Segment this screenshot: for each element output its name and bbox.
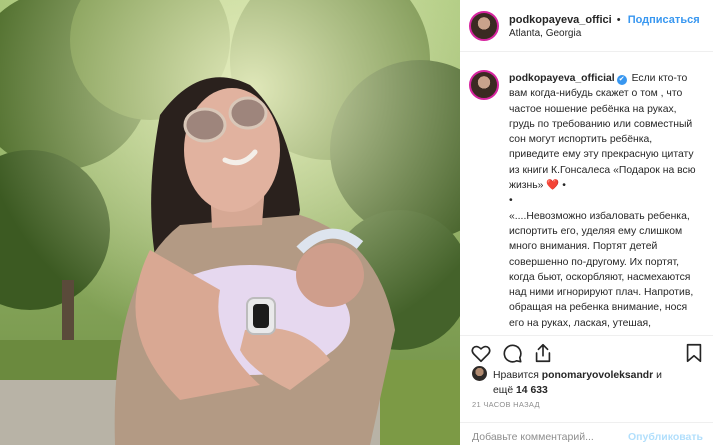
caption-paragraph-1: Если кто-то вам когда-нибудь скажет о то… [509, 73, 696, 192]
likes-summary: Нравится ponomaryovoleksandr и ещё 14 63… [472, 366, 707, 398]
publish-button[interactable]: Опубликовать [628, 431, 703, 443]
post-location[interactable]: Atlanta, Georgia [509, 28, 581, 39]
likes-more-prefix[interactable]: ещё [493, 385, 513, 396]
comment-bubble-icon[interactable] [501, 342, 523, 364]
photo-illustration [0, 0, 460, 445]
follow-button[interactable]: Подписаться [628, 14, 700, 26]
post-photo[interactable] [0, 0, 460, 445]
author-username[interactable]: podkopayeva_offici [509, 14, 612, 26]
likes-count[interactable]: 14 633 [516, 385, 548, 396]
separator-dot: • [616, 14, 621, 26]
verified-badge-icon: ✔ [616, 75, 627, 85]
caption-avatar[interactable] [469, 70, 499, 100]
post-side-panel: podkopayeva_offici • Подписаться Atlanta… [460, 0, 713, 445]
caption-paragraph-2: «....Невозможно избаловать ребенка, испо… [509, 210, 694, 335]
post-timestamp[interactable]: 21 часов назад [472, 400, 540, 409]
liker-avatar[interactable] [472, 366, 487, 381]
red-heart-icon: ❤️ [546, 180, 560, 192]
author-avatar[interactable] [469, 11, 499, 41]
caption-dot-inline: • [562, 180, 566, 192]
action-bar [460, 335, 713, 365]
caption-dot-line: • [509, 195, 513, 207]
likes-prefix: Нравится [493, 370, 539, 381]
comment-input[interactable] [472, 431, 632, 443]
caption-username[interactable]: podkopayeva_official [509, 73, 615, 84]
share-upload-icon[interactable] [532, 342, 554, 364]
comment-box: Опубликовать [460, 422, 713, 445]
post-header: podkopayeva_offici • Подписаться Atlanta… [460, 0, 713, 52]
heart-outline-icon[interactable] [470, 342, 492, 364]
author-line: podkopayeva_offici • Подписаться [509, 14, 700, 26]
liker-username[interactable]: ponomaryovoleksandr [542, 370, 653, 381]
caption-text: podkopayeva_official ✔ Если кто-то вам ко… [509, 71, 705, 335]
bookmark-icon[interactable] [683, 342, 705, 364]
caption-area: podkopayeva_official ✔ Если кто-то вам ко… [460, 60, 713, 335]
likes-conj: и [656, 370, 662, 381]
